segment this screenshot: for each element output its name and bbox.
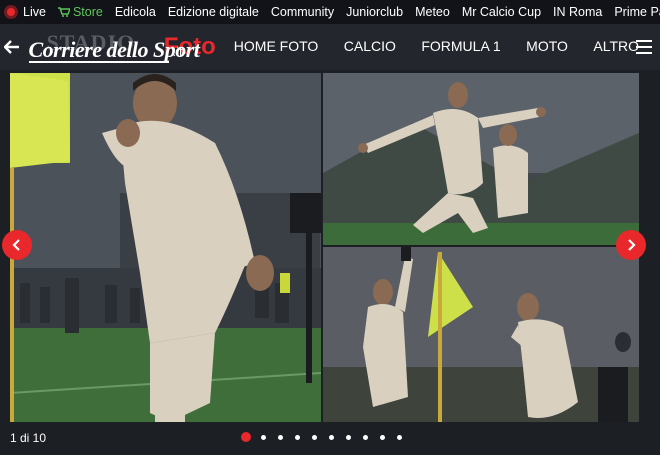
slide-counter: 1 di 10 xyxy=(10,431,47,445)
pagination-dot[interactable] xyxy=(278,434,283,440)
nav-formula-1[interactable]: FORMULA 1 xyxy=(421,38,500,54)
topbar-item-community[interactable]: Community xyxy=(271,5,334,19)
gallery-photo-bottom-right[interactable] xyxy=(323,247,639,422)
live-dot-icon xyxy=(4,5,18,19)
topbar-item-meteo[interactable]: Meteo xyxy=(415,5,450,19)
gallery-photo-main[interactable] xyxy=(10,73,321,422)
topbar-item-in-roma[interactable]: IN Roma xyxy=(553,5,602,19)
pagination-dot[interactable] xyxy=(346,434,351,440)
top-utility-bar: Live Store Edicola Edizione digitale Com… xyxy=(0,0,660,24)
gallery-photo-top-right[interactable] xyxy=(323,73,639,245)
topbar-item-label: Live xyxy=(23,5,46,19)
topbar-item-store[interactable]: Store xyxy=(57,5,103,19)
pagination-dot[interactable] xyxy=(329,434,334,440)
topbar-item-edizione-digitale[interactable]: Edizione digitale xyxy=(168,5,259,19)
nav-calcio[interactable]: CALCIO xyxy=(344,38,396,54)
player-running-image xyxy=(323,73,639,245)
nav-altro[interactable]: ALTRO xyxy=(593,38,639,54)
topbar-item-label: Prime Pagine xyxy=(614,5,660,19)
pagination-dot[interactable] xyxy=(261,434,266,440)
pagination-dot[interactable] xyxy=(312,434,317,440)
photo-gallery xyxy=(0,70,660,425)
chevron-right-icon xyxy=(628,239,636,251)
pagination-dot[interactable] xyxy=(295,434,300,440)
nav-moto[interactable]: MOTO xyxy=(526,38,568,54)
topbar-item-label: Edicola xyxy=(114,5,156,19)
topbar-item-label: Community xyxy=(270,5,335,19)
back-arrow-icon xyxy=(4,40,20,54)
pagination-dot[interactable] xyxy=(397,434,402,440)
pagination-dot[interactable] xyxy=(363,434,368,440)
player-celebration-image xyxy=(10,73,321,422)
site-header: STADIO Corriere dello Sport .it Foto HOM… xyxy=(0,24,660,70)
players-corner-flag-image xyxy=(323,247,639,422)
topbar-item-label: Juniorclub xyxy=(346,5,404,19)
prev-slide-button[interactable] xyxy=(2,230,32,260)
logo-underline xyxy=(28,61,169,63)
gallery-footer: 1 di 10 xyxy=(0,425,660,455)
slide-pagination xyxy=(241,432,414,442)
topbar-item-label: Mr Calcio Cup xyxy=(461,5,542,19)
topbar-item-prime-pagine[interactable]: Prime Pagine xyxy=(614,5,660,19)
pagination-dot-active[interactable] xyxy=(241,432,251,442)
next-slide-button[interactable] xyxy=(616,230,646,260)
chevron-left-icon xyxy=(12,239,20,251)
topbar-item-juniorclub[interactable]: Juniorclub xyxy=(346,5,403,19)
topbar-item-label: IN Roma xyxy=(553,5,603,19)
main-nav: HOME FOTO CALCIO FORMULA 1 MOTO ALTRO xyxy=(234,38,660,56)
topbar-item-mr-calcio-cup[interactable]: Mr Calcio Cup xyxy=(462,5,541,19)
topbar-item-label: Meteo xyxy=(415,5,450,19)
topbar-item-edicola[interactable]: Edicola xyxy=(115,5,156,19)
menu-icon[interactable] xyxy=(636,40,652,54)
cart-icon xyxy=(57,7,70,17)
logo-suffix: .it xyxy=(172,44,183,59)
back-button[interactable] xyxy=(0,24,25,70)
topbar-item-live[interactable]: Live xyxy=(4,5,46,19)
topbar-item-label: Store xyxy=(72,5,103,19)
nav-home-foto[interactable]: HOME FOTO xyxy=(234,38,319,54)
topbar-item-label: Edizione digitale xyxy=(167,5,259,19)
site-logo[interactable]: STADIO Corriere dello Sport .it xyxy=(28,24,200,70)
pagination-dot[interactable] xyxy=(380,434,385,440)
